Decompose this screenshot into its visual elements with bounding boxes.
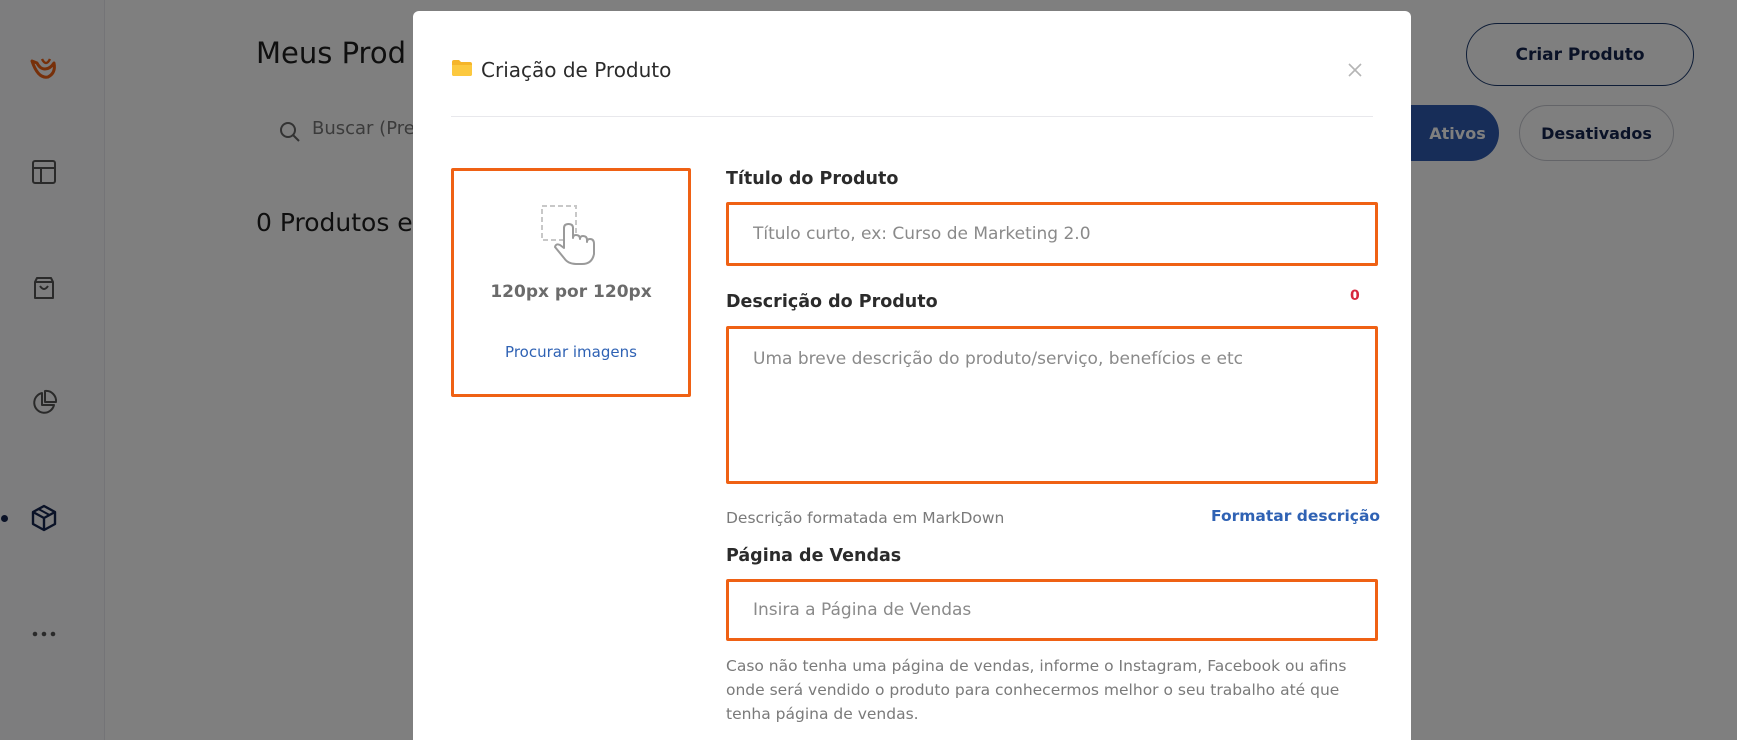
create-product-modal: Criação de Produto 120px por 120px Procu… xyxy=(413,11,1411,740)
product-description-input[interactable] xyxy=(726,326,1378,484)
close-icon[interactable] xyxy=(1340,55,1370,85)
sales-page-input[interactable] xyxy=(726,579,1378,641)
sales-page-hint: Caso não tenha uma página de vendas, inf… xyxy=(726,657,1347,723)
header-divider xyxy=(451,116,1373,117)
tap-image-icon xyxy=(540,204,600,270)
format-description-link[interactable]: Formatar descrição xyxy=(1211,507,1380,525)
modal-header: Criação de Produto xyxy=(451,58,671,82)
sales-page-label: Página de Vendas xyxy=(726,546,902,566)
description-char-count: 0 xyxy=(1350,288,1360,304)
product-description-label: Descrição do Produto xyxy=(726,292,938,312)
browse-images-link[interactable]: Procurar imagens xyxy=(454,343,688,361)
image-upload-area[interactable]: 120px por 120px Procurar imagens xyxy=(451,168,691,397)
modal-title: Criação de Produto xyxy=(481,58,672,82)
folder-icon xyxy=(451,59,473,81)
upload-size-label: 120px por 120px xyxy=(490,282,652,302)
product-title-input[interactable] xyxy=(726,202,1378,266)
markdown-hint: Descrição formatada em MarkDown xyxy=(726,509,1005,527)
product-title-label: Título do Produto xyxy=(726,169,899,189)
